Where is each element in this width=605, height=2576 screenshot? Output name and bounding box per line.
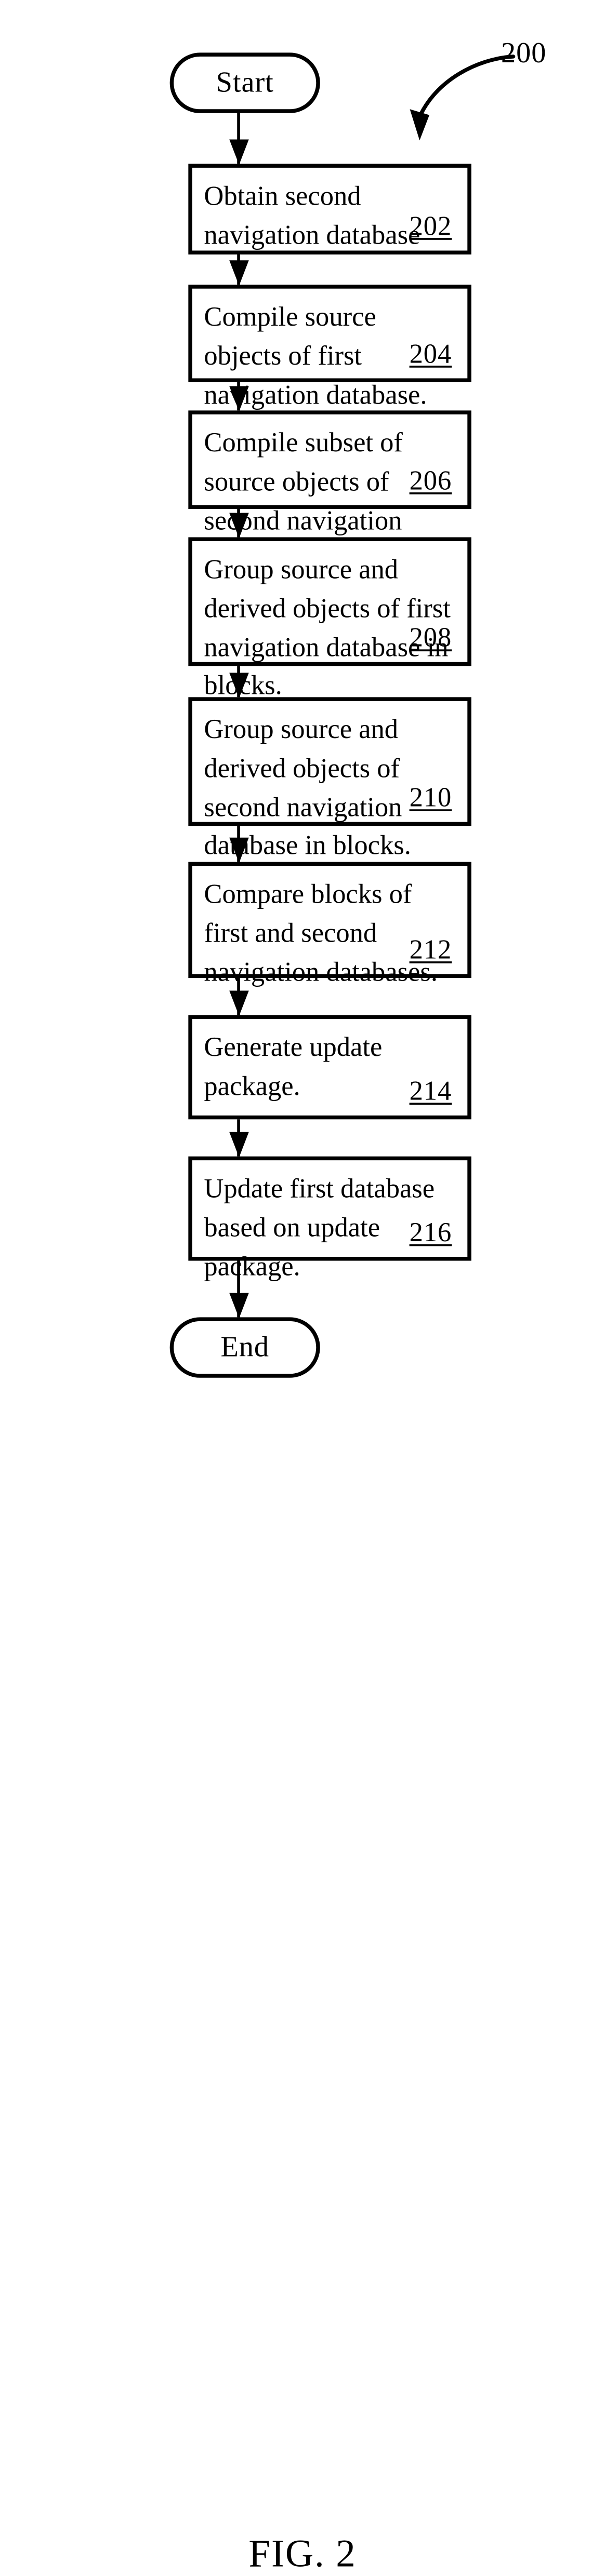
- process-box-216: Update first database based on update pa…: [188, 1156, 471, 1282]
- connector-214-to-216: [237, 1119, 240, 1157]
- process-box-212-numeral: 212: [409, 935, 452, 965]
- process-box-210: Group source and derived objects of seco…: [188, 697, 471, 861]
- process-box-216-numeral: 216: [409, 1217, 452, 1249]
- process-box-202-numeral: 202: [409, 211, 452, 242]
- connector-216-to-end: [237, 1260, 240, 1318]
- process-box-206-numeral: 206: [409, 466, 452, 497]
- connector-206-to-208: [237, 509, 240, 538]
- connector-208-to-210: [237, 666, 240, 697]
- reference-numeral-200-callout: 200: [322, 37, 547, 154]
- connector-212-to-214: [237, 978, 240, 1015]
- process-box-202: Obtain second navigation database 202: [188, 164, 471, 255]
- process-box-212-text: Compare blocks of first and second navig…: [204, 879, 438, 987]
- process-box-214-numeral: 214: [409, 1076, 452, 1107]
- flowchart-figure: 200 Start Obtain second navigation datab…: [0, 0, 605, 2575]
- process-box-204: Compile source objects of first navigati…: [188, 285, 471, 410]
- end-terminal: End: [169, 1317, 320, 1378]
- connector-210-to-212: [237, 826, 240, 862]
- connector-start-to-202: [237, 113, 240, 164]
- connector-204-to-206: [237, 382, 240, 411]
- process-box-208: Group source and derived objects of firs…: [188, 537, 471, 701]
- process-box-206: Compile subset of source objects of seco…: [188, 410, 471, 574]
- figure-caption: FIG. 2: [248, 2531, 357, 2575]
- connector-202-to-204: [237, 254, 240, 285]
- process-box-208-numeral: 208: [409, 623, 452, 653]
- reference-numeral-200-label: 200: [501, 37, 547, 70]
- end-terminal-label: End: [220, 1331, 269, 1363]
- process-box-204-numeral: 204: [409, 339, 452, 370]
- process-box-212: Compare blocks of first and second navig…: [188, 862, 471, 987]
- start-terminal: Start: [169, 52, 320, 113]
- start-terminal-label: Start: [216, 66, 274, 99]
- process-box-210-numeral: 210: [409, 783, 452, 813]
- process-box-214: Generate update package. 214: [188, 1015, 471, 1120]
